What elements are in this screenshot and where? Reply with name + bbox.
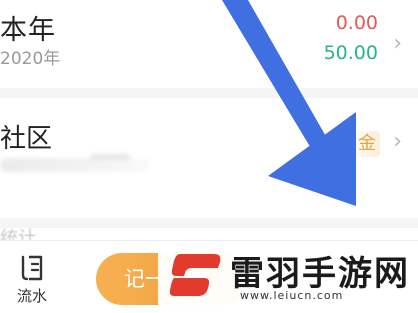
coin-reward-badge: 金 <box>350 131 380 157</box>
leiyu-logo-icon <box>169 254 221 296</box>
year-subtitle: 2020年 <box>0 49 61 69</box>
year-title: 本年 <box>0 15 56 46</box>
tab-flow[interactable]: 流水 <box>8 249 56 307</box>
statistics-label-partial: 统计 <box>0 228 36 240</box>
watermark-url: www.leiucn.com <box>240 289 344 302</box>
ledger-icon <box>21 255 43 281</box>
community-row[interactable]: 社区 金 › <box>0 98 418 218</box>
community-title: 社区 <box>0 124 53 154</box>
watermark-site-name: 雷羽手游网 <box>230 254 410 294</box>
year-income-amount: 50.00 <box>323 42 378 64</box>
tab-flow-label: 流水 <box>16 287 47 305</box>
section-divider <box>0 88 418 98</box>
year-summary-row[interactable]: 本年 2020年 0.00 50.00 › <box>0 0 418 88</box>
chevron-right-icon: › <box>393 129 402 154</box>
site-watermark: 雷羽手游网 www.leiucn.com <box>158 242 416 308</box>
year-expense-amount: 0.00 <box>335 12 378 34</box>
community-subtitle-blurred <box>0 158 150 172</box>
chevron-right-icon: › <box>393 31 402 56</box>
community-subtitle-blurred-fragment <box>90 154 130 160</box>
